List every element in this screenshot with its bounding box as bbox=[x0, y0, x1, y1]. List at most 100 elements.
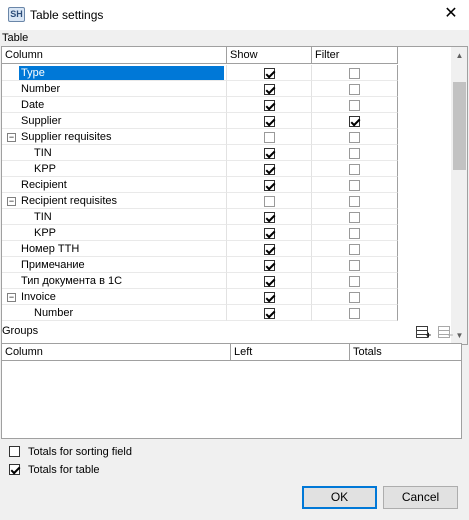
cell-show bbox=[227, 289, 312, 305]
filter-checkbox bbox=[349, 164, 360, 175]
row-label: Number bbox=[34, 307, 74, 319]
show-checkbox[interactable] bbox=[264, 116, 275, 127]
scrollbar-thumb[interactable] bbox=[453, 82, 466, 170]
table-row[interactable]: Примечание bbox=[2, 257, 398, 273]
table-row[interactable]: KPP bbox=[2, 161, 398, 177]
cell-column-name[interactable]: − Recipient requisites bbox=[2, 193, 227, 209]
cell-show bbox=[227, 113, 312, 129]
remove-group-icon[interactable]: − bbox=[438, 324, 454, 340]
cell-column-name[interactable]: Number bbox=[2, 305, 227, 321]
table-row[interactable]: − Invoice bbox=[2, 289, 398, 305]
show-checkbox[interactable] bbox=[264, 100, 275, 111]
cell-column-name[interactable]: KPP bbox=[2, 225, 227, 241]
cell-column-name[interactable]: − Invoice bbox=[2, 289, 227, 305]
show-checkbox[interactable] bbox=[264, 260, 275, 271]
column-header-column[interactable]: Column bbox=[2, 47, 227, 64]
table-row[interactable]: Date bbox=[2, 97, 398, 113]
show-checkbox[interactable] bbox=[264, 212, 275, 223]
row-label: Примечание bbox=[21, 259, 85, 271]
cell-column-name[interactable]: − Supplier requisites bbox=[2, 129, 227, 145]
column-header-show[interactable]: Show bbox=[227, 47, 312, 64]
table-row[interactable]: Recipient bbox=[2, 177, 398, 193]
show-checkbox[interactable] bbox=[264, 164, 275, 175]
cell-show bbox=[227, 81, 312, 97]
show-checkbox[interactable] bbox=[264, 180, 275, 191]
show-checkbox[interactable] bbox=[264, 228, 275, 239]
groups-header-column[interactable]: Column bbox=[2, 344, 231, 361]
show-checkbox[interactable] bbox=[264, 308, 275, 319]
show-checkbox bbox=[264, 132, 275, 143]
table-row[interactable]: Number bbox=[2, 305, 398, 321]
show-checkbox[interactable] bbox=[264, 292, 275, 303]
row-label: KPP bbox=[34, 227, 57, 239]
groups-section-label: Groups bbox=[2, 325, 39, 337]
table-row[interactable]: Номер ТТН bbox=[2, 241, 398, 257]
totals-for-table-checkbox[interactable] bbox=[9, 464, 20, 475]
show-checkbox[interactable] bbox=[264, 244, 275, 255]
totals-for-sorting-field-checkbox[interactable] bbox=[9, 446, 20, 457]
cell-filter bbox=[312, 129, 398, 145]
grid-header: Column Show Filter bbox=[2, 47, 398, 64]
show-checkbox[interactable] bbox=[264, 84, 275, 95]
cell-column-name[interactable]: Number bbox=[2, 81, 227, 97]
cell-column-name[interactable]: Date bbox=[2, 97, 227, 113]
column-header-filter[interactable]: Filter bbox=[312, 47, 398, 64]
cell-filter bbox=[312, 177, 398, 193]
table-row[interactable]: Supplier bbox=[2, 113, 398, 129]
ok-button[interactable]: OK bbox=[302, 486, 377, 509]
cell-filter bbox=[312, 113, 398, 129]
show-checkbox bbox=[264, 196, 275, 207]
groups-grid[interactable]: Column Left Totals bbox=[1, 343, 462, 439]
dialog-body: Table Column Show Filter Type Number Date S… bbox=[0, 30, 469, 520]
table-row[interactable]: KPP bbox=[2, 225, 398, 241]
filter-checkbox bbox=[349, 68, 360, 79]
row-label: Date bbox=[21, 99, 45, 111]
row-label: Number bbox=[21, 83, 61, 95]
filter-checkbox bbox=[349, 132, 360, 143]
totals-for-sorting-field-label[interactable]: Totals for sorting field bbox=[28, 445, 132, 459]
cell-column-name[interactable]: Type bbox=[2, 65, 227, 81]
show-checkbox[interactable] bbox=[264, 276, 275, 287]
table-row[interactable]: − Supplier requisites bbox=[2, 129, 398, 145]
show-checkbox[interactable] bbox=[264, 148, 275, 159]
cell-column-name[interactable]: Supplier bbox=[2, 113, 227, 129]
cell-filter bbox=[312, 209, 398, 225]
row-label: Тип документа в 1С bbox=[21, 275, 123, 287]
filter-checkbox[interactable] bbox=[349, 116, 360, 127]
cell-show bbox=[227, 177, 312, 193]
filter-checkbox bbox=[349, 292, 360, 303]
filter-checkbox bbox=[349, 100, 360, 111]
cell-show bbox=[227, 193, 312, 209]
filter-checkbox bbox=[349, 212, 360, 223]
cell-column-name[interactable]: TIN bbox=[2, 145, 227, 161]
table-row[interactable]: − Recipient requisites bbox=[2, 193, 398, 209]
totals-for-table-label[interactable]: Totals for table bbox=[28, 463, 100, 477]
vertical-scrollbar[interactable]: ▲ ▼ bbox=[451, 47, 467, 344]
cell-filter bbox=[312, 81, 398, 97]
collapse-toggle-icon[interactable]: − bbox=[7, 197, 16, 206]
cell-column-name[interactable]: Тип документа в 1С bbox=[2, 273, 227, 289]
cell-filter bbox=[312, 305, 398, 321]
cell-column-name[interactable]: Номер ТТН bbox=[2, 241, 227, 257]
groups-header-totals[interactable]: Totals bbox=[350, 344, 461, 361]
show-checkbox[interactable] bbox=[264, 68, 275, 79]
row-label: TIN bbox=[34, 211, 52, 223]
scroll-up-arrow-icon[interactable]: ▲ bbox=[451, 47, 467, 64]
cell-column-name[interactable]: KPP bbox=[2, 161, 227, 177]
cell-filter bbox=[312, 289, 398, 305]
collapse-toggle-icon[interactable]: − bbox=[7, 293, 16, 302]
cell-column-name[interactable]: Примечание bbox=[2, 257, 227, 273]
cell-show bbox=[227, 273, 312, 289]
table-row[interactable]: Number bbox=[2, 81, 398, 97]
cancel-button[interactable]: Cancel bbox=[383, 486, 458, 509]
table-row[interactable]: TIN bbox=[2, 209, 398, 225]
groups-header-left[interactable]: Left bbox=[231, 344, 350, 361]
add-group-icon[interactable]: + bbox=[416, 324, 432, 340]
table-row[interactable]: Type bbox=[2, 65, 398, 81]
cell-column-name[interactable]: TIN bbox=[2, 209, 227, 225]
collapse-toggle-icon[interactable]: − bbox=[7, 133, 16, 142]
table-row[interactable]: TIN bbox=[2, 145, 398, 161]
close-button[interactable]: ✕ bbox=[440, 4, 462, 24]
table-row[interactable]: Тип документа в 1С bbox=[2, 273, 398, 289]
cell-column-name[interactable]: Recipient bbox=[2, 177, 227, 193]
